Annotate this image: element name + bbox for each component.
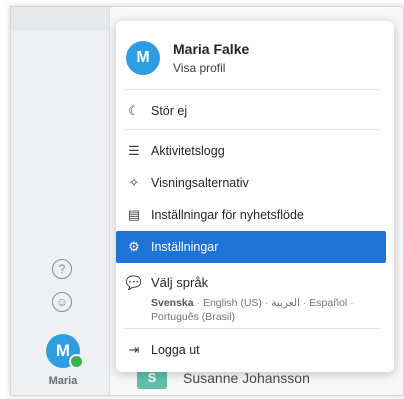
- menu-item-feed-settings[interactable]: ▤ Inställningar för nyhetsflöde: [116, 199, 394, 231]
- language-section: 💬 Välj språk Svenska · English (US) · ال…: [116, 275, 394, 323]
- list-icon: ☰: [128, 143, 140, 158]
- rail-user-label: Maria: [48, 375, 78, 387]
- menu-item-display-options[interactable]: ✧ Visningsalternativ: [116, 167, 394, 199]
- menu-item-label: Logga ut: [151, 343, 200, 357]
- contact-name: Susanne Johansson: [183, 370, 310, 386]
- menu-item-label: Inställningar: [151, 240, 219, 254]
- help-icon[interactable]: ?: [52, 259, 72, 279]
- profile-name: Maria Falke: [173, 41, 250, 57]
- divider: [124, 328, 380, 329]
- divider: [124, 89, 380, 90]
- language-option-sv[interactable]: Svenska: [151, 297, 194, 309]
- profile-avatar: M: [126, 41, 160, 75]
- profile-header[interactable]: M Maria Falke Visa profil: [116, 21, 394, 87]
- moon-icon: ☾: [128, 103, 140, 118]
- presence-indicator: [69, 354, 84, 369]
- smiley-icon[interactable]: ☺: [52, 292, 72, 312]
- rail-header: [11, 7, 109, 31]
- menu-item-label: Aktivitetslogg: [151, 144, 225, 158]
- menu-item-settings[interactable]: ⚙ Inställningar: [116, 231, 386, 263]
- profile-menu: M Maria Falke Visa profil ☾ Stör ej ☰ Ak…: [116, 21, 394, 372]
- sparkles-icon: ✧: [128, 175, 140, 190]
- language-option-en[interactable]: English (US): [203, 297, 262, 309]
- feed-window-icon: ▤: [127, 207, 141, 222]
- divider: [124, 129, 380, 130]
- menu-item-activity-log[interactable]: ☰ Aktivitetslogg: [116, 135, 394, 167]
- language-title: Välj språk: [151, 275, 209, 290]
- language-option-ar[interactable]: العربية: [271, 297, 300, 309]
- menu-item-label: Inställningar för nyhetsflöde: [151, 208, 304, 222]
- logout-icon: ⇥: [128, 342, 140, 357]
- language-option-pt[interactable]: Português (Brasil): [151, 311, 235, 323]
- menu-item-label: Visningsalternativ: [151, 176, 249, 190]
- view-profile-link[interactable]: Visa profil: [173, 61, 225, 75]
- gear-icon: ⚙: [128, 239, 140, 254]
- menu-item-logout[interactable]: ⇥ Logga ut: [116, 334, 394, 366]
- language-options: Svenska · English (US) · العربية · Españ…: [151, 297, 354, 323]
- menu-item-do-not-disturb[interactable]: ☾ Stör ej: [116, 95, 394, 127]
- menu-item-label: Stör ej: [151, 104, 188, 118]
- language-option-es[interactable]: Español: [309, 297, 347, 309]
- speech-bubble-icon: 💬: [125, 275, 143, 290]
